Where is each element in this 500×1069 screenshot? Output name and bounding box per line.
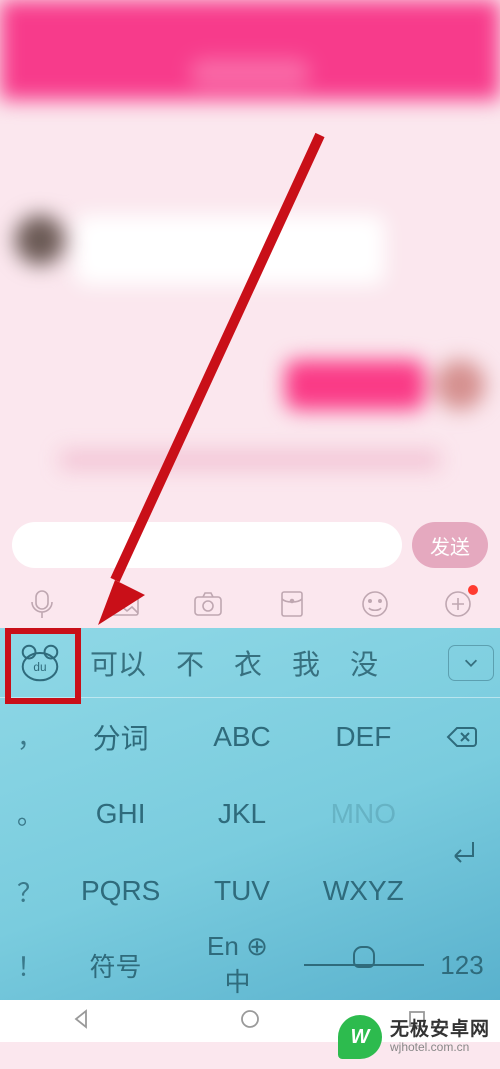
- key-fenci[interactable]: 分词: [60, 698, 181, 775]
- key-wxyz[interactable]: WXYZ: [303, 853, 424, 930]
- lang-indicator-top: En ⊕: [207, 931, 268, 962]
- notification-dot-icon: [468, 585, 478, 595]
- punct-key-comma[interactable]: ，: [0, 698, 60, 775]
- keyboard-grid: ， 分词 ABC DEF 。 GHI JKL MNO ？ PQRS TUV WX…: [0, 698, 500, 930]
- candidate-word[interactable]: 不: [176, 643, 204, 683]
- nav-home-button[interactable]: [239, 1008, 261, 1035]
- emoji-icon[interactable]: [358, 587, 392, 621]
- chat-header: [0, 45, 500, 100]
- nav-back-button[interactable]: [72, 1008, 94, 1035]
- more-icon[interactable]: [441, 587, 475, 621]
- watermark-title: 无极安卓网: [390, 1019, 490, 1041]
- avatar: [435, 360, 485, 410]
- number-key[interactable]: 123: [424, 930, 500, 1000]
- chat-area: [0, 100, 500, 515]
- language-key[interactable]: En ⊕ 中: [171, 930, 304, 1000]
- key-pqrs[interactable]: PQRS: [60, 853, 181, 930]
- message-input[interactable]: [12, 522, 402, 568]
- backspace-key[interactable]: [424, 698, 500, 775]
- voice-input-key[interactable]: [304, 930, 424, 1000]
- message-bubble: [75, 215, 385, 285]
- status-bar: [0, 0, 500, 45]
- gallery-icon[interactable]: [108, 587, 142, 621]
- key-tuv[interactable]: TUV: [181, 853, 302, 930]
- outgoing-message: [285, 360, 485, 410]
- key-ghi[interactable]: GHI: [60, 775, 181, 852]
- expand-candidates-button[interactable]: [448, 645, 494, 681]
- screen: 发送 du: [0, 0, 500, 1069]
- annotation-highlight-box: [5, 628, 81, 704]
- candidate-word[interactable]: 没: [350, 643, 378, 683]
- enter-key[interactable]: [424, 775, 500, 930]
- key-jkl[interactable]: JKL: [181, 775, 302, 852]
- punct-key-period[interactable]: 。: [0, 775, 60, 852]
- input-row: 发送: [0, 515, 500, 575]
- camera-icon[interactable]: [191, 587, 225, 621]
- key-def[interactable]: DEF: [303, 698, 424, 775]
- watermark-url: wjhotel.com.cn: [390, 1041, 490, 1055]
- symbol-key[interactable]: 符号: [60, 930, 171, 1000]
- candidate-word[interactable]: 衣: [234, 643, 262, 683]
- key-abc[interactable]: ABC: [181, 698, 302, 775]
- candidate-word[interactable]: 可以: [90, 643, 146, 683]
- incoming-message: [15, 215, 385, 285]
- send-button[interactable]: 发送: [412, 522, 488, 568]
- avatar: [15, 215, 65, 265]
- watermark-text: 无极安卓网 wjhotel.com.cn: [390, 1019, 490, 1055]
- keyboard-bottom-row: ！ 符号 En ⊕ 中 123: [0, 930, 500, 1000]
- mic-icon: [304, 964, 424, 966]
- candidate-word[interactable]: 我: [292, 643, 320, 683]
- chat-toolbar: [0, 580, 500, 628]
- watermark-logo-icon: W: [338, 1015, 382, 1059]
- punct-key-exclaim[interactable]: ！: [0, 930, 60, 1000]
- message-bubble: [285, 360, 425, 410]
- key-mno[interactable]: MNO: [303, 775, 424, 852]
- lang-indicator-main: 中: [224, 962, 250, 999]
- watermark: W 无极安卓网 wjhotel.com.cn: [338, 1015, 490, 1059]
- candidate-strip: 可以 不 衣 我 没: [80, 643, 448, 683]
- system-message: [60, 450, 440, 470]
- punct-key-question[interactable]: ？: [0, 853, 60, 930]
- voice-icon[interactable]: [25, 587, 59, 621]
- red-packet-icon[interactable]: [275, 587, 309, 621]
